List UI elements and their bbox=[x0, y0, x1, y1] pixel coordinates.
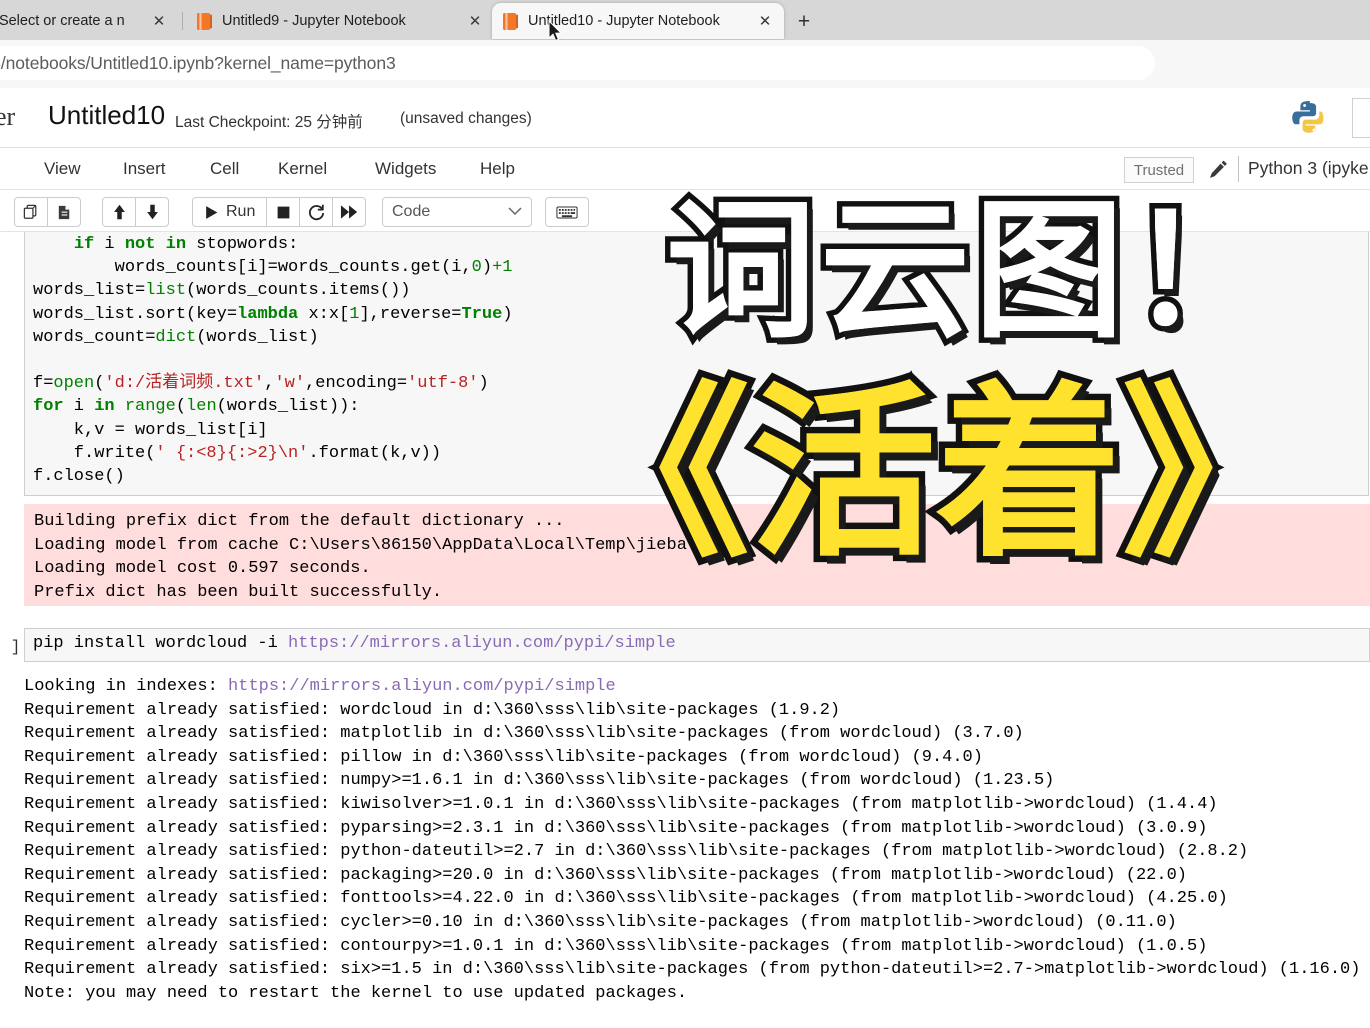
jupyter-notebook-icon bbox=[502, 12, 519, 31]
output-line: Requirement already satisfied: packaging… bbox=[24, 865, 1187, 885]
output-line: Requirement already satisfied: pyparsing… bbox=[24, 818, 1208, 838]
pencil-icon[interactable] bbox=[1208, 158, 1230, 182]
notebook-name[interactable]: Untitled10 bbox=[48, 100, 165, 131]
tab-title: e - Select or create a n bbox=[0, 13, 125, 29]
output-line: Prefix dict has been built successfully. bbox=[34, 582, 443, 602]
code-cell-1-stderr-output: Building prefix dict from the default di… bbox=[24, 504, 1370, 606]
browser-tab-1[interactable]: e - Select or create a n ✕ bbox=[0, 3, 178, 39]
output-line: Loading model cost 0.597 seconds. bbox=[34, 559, 371, 579]
output-line: Requirement already satisfied: wordcloud… bbox=[24, 700, 841, 720]
browser-tab-3-active[interactable]: Untitled10 - Jupyter Notebook ✕ bbox=[492, 3, 784, 39]
tab-separator bbox=[182, 12, 183, 30]
trusted-badge[interactable]: Trusted bbox=[1124, 157, 1194, 183]
tab-close-icon[interactable]: ✕ bbox=[462, 8, 488, 34]
output-line: Note: you may need to restart the kernel… bbox=[24, 983, 688, 1003]
menu-item-kernel[interactable]: Kernel bbox=[270, 156, 335, 182]
code-cell-1-editor[interactable]: if i not in stopwords: words_counts[i]=w… bbox=[24, 232, 1369, 496]
jupyter-notebook-icon bbox=[196, 12, 213, 31]
interrupt-kernel-button[interactable] bbox=[266, 197, 301, 227]
move-cell-up-button[interactable] bbox=[102, 197, 136, 227]
toolbar-group-celltype: Code bbox=[382, 197, 532, 227]
code-line: words_list=list(words_counts.items()) bbox=[33, 281, 411, 301]
menu-item-help[interactable]: Help bbox=[472, 156, 523, 182]
output-line: Requirement already satisfied: fonttools… bbox=[24, 889, 1228, 909]
toolbar-group-run: Run bbox=[192, 197, 367, 227]
mouse-cursor-icon bbox=[548, 19, 564, 44]
code-line: f.write(' {:<8}{:>2}\n'.format(k,v)) bbox=[33, 443, 442, 463]
output-line: Requirement already satisfied: numpy>=1.… bbox=[24, 771, 1055, 791]
tab-title: Untitled9 - Jupyter Notebook bbox=[222, 13, 406, 29]
code-line: words_list.sort(key=lambda x:x[1],revers… bbox=[33, 304, 513, 324]
url-text: 888/notebooks/Untitled10.ipynb?kernel_na… bbox=[0, 52, 396, 73]
output-line: Requirement already satisfied: kiwisolve… bbox=[24, 794, 1218, 814]
python-logo-icon bbox=[1288, 96, 1332, 140]
menu-item-widgets[interactable]: Widgets bbox=[367, 156, 444, 182]
output-line: Looking in indexes: https://mirrors.aliy… bbox=[24, 677, 616, 696]
tab-close-icon[interactable]: ✕ bbox=[752, 8, 778, 34]
output-line: Requirement already satisfied: pillow in… bbox=[24, 747, 983, 767]
command-palette-button[interactable] bbox=[545, 197, 589, 227]
cell-type-select[interactable]: Code bbox=[382, 197, 532, 227]
code-line: k,v = words_list[i] bbox=[33, 420, 268, 440]
notebook-canvas: if i not in stopwords: words_counts[i]=w… bbox=[0, 232, 1370, 1028]
menu-item-view[interactable]: View bbox=[36, 156, 89, 182]
menu-item-cell[interactable]: Cell bbox=[202, 156, 247, 182]
code-line: words_count=dict(words_list) bbox=[33, 327, 319, 347]
output-line: Requirement already satisfied: contourpy… bbox=[24, 936, 1208, 956]
browser-chrome: e - Select or create a n ✕ Untitled9 - J… bbox=[0, 0, 1370, 115]
output-line: Requirement already satisfied: matplotli… bbox=[24, 724, 1024, 744]
header-right-panel bbox=[1352, 98, 1370, 138]
code-line: f=open('d:/活着词频.txt','w',encoding='utf-8… bbox=[33, 374, 489, 394]
output-line: Requirement already satisfied: python-da… bbox=[24, 842, 1249, 862]
kernel-indicator-label[interactable]: Python 3 (ipyke bbox=[1248, 158, 1369, 179]
code-cell-2-stdout-output: Looking in indexes: https://mirrors.aliy… bbox=[24, 675, 1370, 1005]
tab-strip: e - Select or create a n ✕ Untitled9 - J… bbox=[0, 0, 1370, 40]
code-cell-2-editor[interactable]: pip install wordcloud -i https://mirrors… bbox=[24, 628, 1370, 662]
toolbar-group-clipboard bbox=[14, 197, 81, 227]
tab-close-icon[interactable]: ✕ bbox=[146, 8, 172, 34]
address-bar-row: 888/notebooks/Untitled10.ipynb?kernel_na… bbox=[0, 40, 1370, 115]
address-bar[interactable]: 888/notebooks/Untitled10.ipynb?kernel_na… bbox=[0, 46, 1155, 80]
kernel-divider bbox=[1238, 156, 1239, 182]
paste-button[interactable] bbox=[47, 197, 81, 227]
output-line: Requirement already satisfied: cycler>=0… bbox=[24, 912, 1177, 932]
move-cell-down-button[interactable] bbox=[135, 197, 169, 227]
new-tab-button[interactable]: + bbox=[789, 8, 819, 36]
restart-and-run-all-button[interactable] bbox=[332, 197, 367, 227]
output-line: Loading model from cache C:\Users\86150\… bbox=[34, 535, 749, 555]
code-line: pip install wordcloud -i https://mirrors… bbox=[33, 634, 676, 653]
run-button-label: Run bbox=[226, 203, 256, 220]
run-cell-button[interactable]: Run bbox=[192, 197, 268, 227]
cell-type-value: Code bbox=[392, 203, 431, 220]
last-checkpoint-label: Last Checkpoint: 25 分钟前 bbox=[175, 114, 363, 131]
output-line: Requirement already satisfied: six>=1.5 … bbox=[24, 960, 1361, 980]
output-line: Building prefix dict from the default di… bbox=[34, 512, 565, 531]
browser-tab-2[interactable]: Untitled9 - Jupyter Notebook ✕ bbox=[186, 3, 494, 39]
chevron-down-icon bbox=[508, 203, 522, 221]
code-line: if i not in stopwords: bbox=[73, 235, 299, 254]
menu-item-insert[interactable]: Insert bbox=[115, 156, 174, 182]
restart-kernel-button[interactable] bbox=[299, 197, 334, 227]
copy-button[interactable] bbox=[14, 197, 48, 227]
toolbar-group-keyboard bbox=[545, 197, 589, 227]
notebook-toolbar: Run Code bbox=[0, 190, 1370, 232]
code-line: for i in range(len(words_list)): bbox=[33, 397, 360, 417]
jupyter-logo-text[interactable]: er bbox=[0, 102, 15, 132]
toolbar-group-move bbox=[102, 197, 169, 227]
unsaved-changes-label: (unsaved changes) bbox=[400, 110, 532, 127]
code-line: f.close() bbox=[33, 467, 125, 487]
code-line: words_counts[i]=words_counts.get(i,0)+1 bbox=[33, 258, 513, 278]
notebook-header: er Untitled10 Last Checkpoint: 25 分钟前 (u… bbox=[0, 88, 1370, 148]
